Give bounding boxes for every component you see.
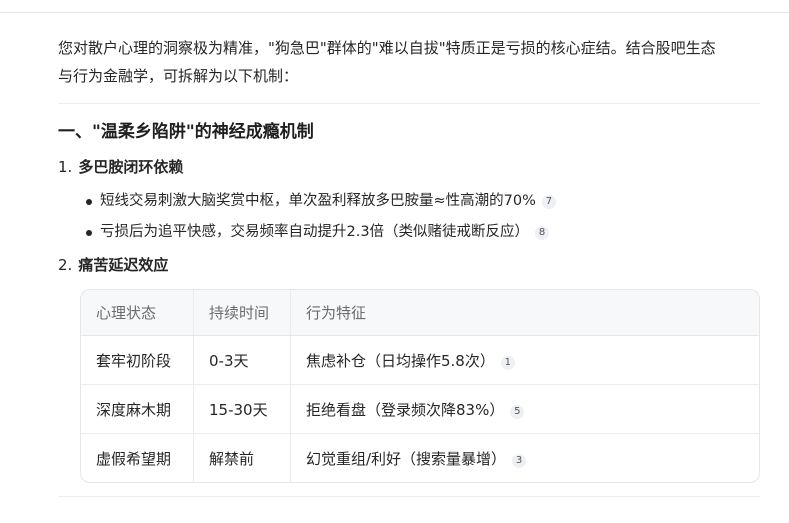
list-item-title: 多巴胺闭环依赖 xyxy=(78,158,184,176)
table-row: 深度麻木期 15-30天 拒绝看盘（登录频次降83%） 5 xyxy=(81,384,759,434)
column-header: 持续时间 xyxy=(193,290,291,336)
table-cell: 幻觉重组/利好（搜索量暴增） 3 xyxy=(290,433,759,482)
list-item-title: 痛苦延迟效应 xyxy=(78,256,169,274)
table-cell: 解禁前 xyxy=(193,433,291,482)
citation-badge[interactable]: 5 xyxy=(510,404,525,419)
column-header: 心理状态 xyxy=(81,290,194,336)
citation-badge[interactable]: 1 xyxy=(500,355,515,370)
bullet-text: 亏损后为追平快感，交易频率自动提升2.3倍（类似赌徒戒断反应） xyxy=(100,224,530,240)
section-heading: 一、"温柔乡陷阱"的神经成瘾机制 xyxy=(58,122,314,142)
citation-badge[interactable]: 3 xyxy=(512,453,527,468)
table-cell: 套牢初阶段 xyxy=(96,351,172,370)
table-header-row: 心理状态 持续时间 行为特征 xyxy=(81,290,759,336)
table-cell: 0-3天 xyxy=(193,335,291,385)
table-cell: 虚假希望期 xyxy=(81,433,194,482)
table-row: 虚假希望期 解禁前 幻觉重组/利好（搜索量暴增） 3 xyxy=(81,433,759,482)
column-header: 行为特征 xyxy=(290,290,759,336)
citation-badge[interactable]: 8 xyxy=(535,226,550,240)
table-cell: 拒绝看盘（登录频次降83%） 5 xyxy=(290,384,759,434)
intro-paragraph: 您对散户心理的洞察极为精准，"狗急巴"群体的"难以自拔"特质正是亏损的核心症结。… xyxy=(58,34,760,90)
bullet-text: 短线交易刺激大脑奖赏中枢，单次盈利释放多巴胺量≈性高潮的70% xyxy=(100,193,536,209)
list-item-pain-delay: 2. 痛苦延迟效应 xyxy=(58,254,760,276)
table-row: 套牢初阶段 0-3天 焦虑补仓（日均操作5.8次） 1 xyxy=(81,335,759,385)
list-number: 2. xyxy=(58,256,73,274)
bullet-item: 短线交易刺激大脑奖赏中枢，单次盈利释放多巴胺量≈性高潮的70% 7 xyxy=(86,186,760,217)
citation-badge[interactable]: 7 xyxy=(541,195,556,209)
cell-text: 幻觉重组/利好（搜索量暴增） xyxy=(306,449,507,468)
table-cell: 焦虑补仓（日均操作5.8次） 1 xyxy=(290,335,759,385)
table-cell: 深度麻木期 xyxy=(81,384,194,434)
bullet-item: 亏损后为追平快感，交易频率自动提升2.3倍（类似赌徒戒断反应） 8 xyxy=(86,217,760,248)
intro-line-1: 您对散户心理的洞察极为精准，"狗急巴"群体的"难以自拔"特质正是亏损的核心症结。… xyxy=(58,39,716,57)
list-number: 1. xyxy=(58,158,73,176)
bullet-list: 短线交易刺激大脑奖赏中枢，单次盈利释放多巴胺量≈性高潮的70% 7 亏损后为追平快… xyxy=(58,186,760,248)
answer-content: 您对散户心理的洞察极为精准，"狗急巴"群体的"难以自拔"特质正是亏损的核心症结。… xyxy=(58,34,760,497)
cell-text: 焦虑补仓（日均操作5.8次） xyxy=(306,351,495,370)
section-divider xyxy=(58,496,760,497)
cell-text: 拒绝看盘（登录频次降83%） xyxy=(306,400,505,419)
section-divider xyxy=(58,103,760,104)
intro-line-2: 与行为金融学，可拆解为以下机制： xyxy=(58,67,299,85)
psychology-table: 心理状态 持续时间 行为特征 套牢初阶段 0-3天 焦虑补仓（日均操作5.8次）… xyxy=(80,289,760,483)
previous-content-cutoff xyxy=(0,0,789,13)
list-item-dopamine: 1. 多巴胺闭环依赖 xyxy=(58,156,760,178)
table-cell: 15-30天 xyxy=(193,384,291,434)
